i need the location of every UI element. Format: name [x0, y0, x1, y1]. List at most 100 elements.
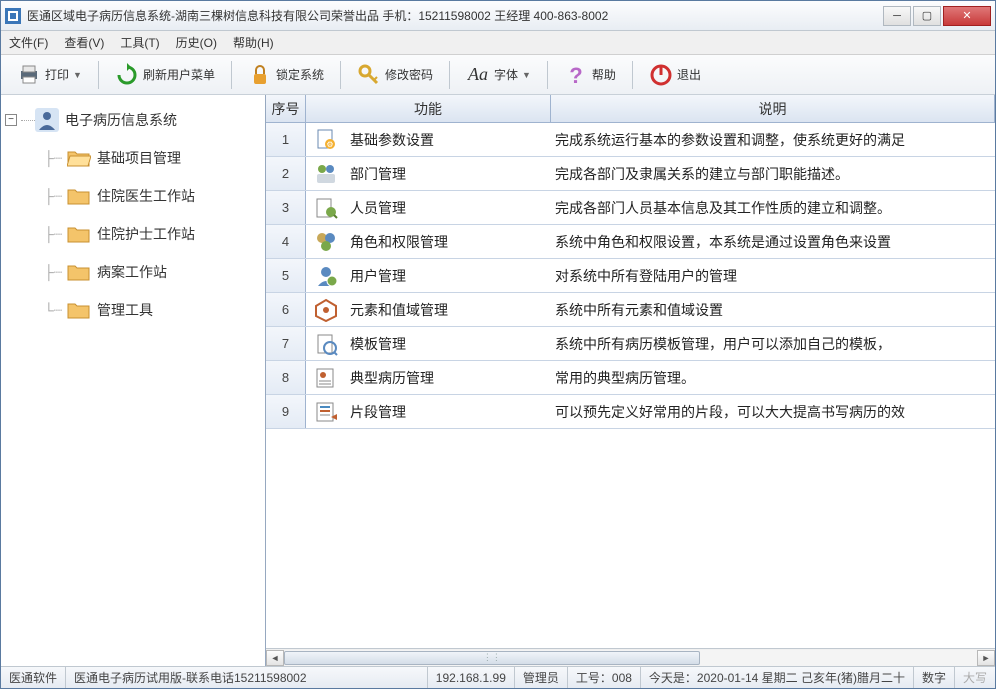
- main-area: − 电子病历信息系统 ├┈ 基础项目管理 ├┈ 住院医生工作站 ├┈ 住院护士工…: [1, 95, 995, 666]
- col-seq[interactable]: 序号: [266, 95, 306, 122]
- tree-item-records[interactable]: ├┈ 病案工作站: [5, 253, 261, 291]
- tree-item-admin[interactable]: └┈ 管理工具: [5, 291, 261, 329]
- separator: [449, 61, 450, 89]
- tree-item-label: 住院医生工作站: [97, 186, 195, 206]
- status-ip: 192.168.1.99: [428, 667, 515, 688]
- menu-help[interactable]: 帮助(H): [233, 34, 274, 51]
- window-title: 医通区域电子病历信息系统-湖南三棵树信息科技有限公司荣誉出品 手机：152115…: [27, 7, 883, 24]
- row-func: 模板管理: [346, 334, 551, 354]
- row-icon: [306, 162, 346, 186]
- row-icon: [306, 298, 346, 322]
- statusbar: 医通软件 医通电子病历试用版-联系电话15211598002 192.168.1…: [1, 666, 995, 688]
- collapse-icon[interactable]: −: [5, 114, 17, 126]
- row-desc: 完成各部门及隶属关系的建立与部门职能描述。: [551, 164, 995, 184]
- maximize-button[interactable]: ▢: [913, 6, 941, 26]
- lock-button[interactable]: 锁定系统: [240, 60, 332, 90]
- status-capslock: 大写: [955, 667, 995, 688]
- print-button[interactable]: 打印 ▼: [9, 60, 90, 90]
- titlebar: 医通区域电子病历信息系统-湖南三棵树信息科技有限公司荣誉出品 手机：152115…: [1, 1, 995, 31]
- refresh-label: 刷新用户菜单: [143, 66, 215, 83]
- scroll-right-icon[interactable]: ►: [977, 650, 995, 666]
- row-desc: 系统中所有元素和值域设置: [551, 300, 995, 320]
- grid-body: 1⚙基础参数设置完成系统运行基本的参数设置和调整，使系统更好的满足2部门管理完成…: [266, 123, 995, 648]
- password-button[interactable]: 修改密码: [349, 60, 441, 90]
- grid-row[interactable]: 7 模板管理系统中所有病历模板管理，用户可以添加自己的模板，: [266, 327, 995, 361]
- row-icon: [306, 264, 346, 288]
- row-seq: 9: [266, 395, 306, 428]
- grid-row[interactable]: 2部门管理完成各部门及隶属关系的建立与部门职能描述。: [266, 157, 995, 191]
- tree-item-basic[interactable]: ├┈ 基础项目管理: [5, 139, 261, 177]
- menu-view[interactable]: 查看(V): [64, 34, 104, 51]
- exit-button[interactable]: 退出: [641, 60, 709, 90]
- password-label: 修改密码: [385, 66, 433, 83]
- grid-row[interactable]: 6元素和值域管理系统中所有元素和值域设置: [266, 293, 995, 327]
- separator: [340, 61, 341, 89]
- grid-row[interactable]: 8典型病历管理常用的典型病历管理。: [266, 361, 995, 395]
- menu-history[interactable]: 历史(O): [176, 34, 217, 51]
- status-user: 管理员: [515, 667, 568, 688]
- status-workno: 工号：008: [568, 667, 641, 688]
- power-icon: [649, 63, 673, 87]
- row-desc: 系统中角色和权限设置，本系统是通过设置角色来设置: [551, 232, 995, 252]
- row-func: 部门管理: [346, 164, 551, 184]
- menu-file[interactable]: 文件(F): [9, 34, 48, 51]
- close-button[interactable]: ✕: [943, 6, 991, 26]
- tree-item-nurse[interactable]: ├┈ 住院护士工作站: [5, 215, 261, 253]
- toolbar: 打印 ▼ 刷新用户菜单 锁定系统 修改密码 Aa 字体 ▼ ? 帮助: [1, 55, 995, 95]
- row-seq: 8: [266, 361, 306, 394]
- tree-item-doctor[interactable]: ├┈ 住院医生工作站: [5, 177, 261, 215]
- scroll-track[interactable]: ⋮⋮: [284, 650, 977, 666]
- font-button[interactable]: Aa 字体 ▼: [458, 60, 539, 90]
- scroll-thumb[interactable]: ⋮⋮: [284, 651, 700, 665]
- row-desc: 对系统中所有登陆用户的管理: [551, 266, 995, 286]
- font-icon: Aa: [466, 63, 490, 87]
- col-desc[interactable]: 说明: [551, 95, 995, 122]
- svg-text:?: ?: [569, 63, 582, 87]
- folder-open-icon: [67, 146, 91, 170]
- separator: [98, 61, 99, 89]
- grid-row[interactable]: 5 用户管理对系统中所有登陆用户的管理: [266, 259, 995, 293]
- row-seq: 4: [266, 225, 306, 258]
- row-func: 典型病历管理: [346, 368, 551, 388]
- status-version: 医通电子病历试用版-联系电话15211598002: [66, 667, 428, 688]
- row-seq: 7: [266, 327, 306, 360]
- row-func: 人员管理: [346, 198, 551, 218]
- col-func[interactable]: 功能: [306, 95, 551, 122]
- grid-row[interactable]: 9片段管理可以预先定义好常用的片段，可以大大提高书写病历的效: [266, 395, 995, 429]
- horizontal-scrollbar[interactable]: ◄ ⋮⋮ ►: [266, 648, 995, 666]
- minimize-button[interactable]: ─: [883, 6, 911, 26]
- refresh-icon: [115, 63, 139, 87]
- separator: [231, 61, 232, 89]
- row-seq: 5: [266, 259, 306, 292]
- scroll-left-icon[interactable]: ◄: [266, 650, 284, 666]
- row-icon: [306, 332, 346, 356]
- menubar: 文件(F) 查看(V) 工具(T) 历史(O) 帮助(H): [1, 31, 995, 55]
- grid-header: 序号 功能 说明: [266, 95, 995, 123]
- grid-row[interactable]: 3人员管理完成各部门人员基本信息及其工作性质的建立和调整。: [266, 191, 995, 225]
- dropdown-icon: ▼: [522, 70, 531, 80]
- row-desc: 系统中所有病历模板管理，用户可以添加自己的模板，: [551, 334, 995, 354]
- print-label: 打印: [45, 66, 69, 83]
- folder-icon: [67, 260, 91, 284]
- row-seq: 6: [266, 293, 306, 326]
- tree-root[interactable]: − 电子病历信息系统: [5, 101, 261, 139]
- grid-row[interactable]: 1⚙基础参数设置完成系统运行基本的参数设置和调整，使系统更好的满足: [266, 123, 995, 157]
- content-grid: 序号 功能 说明 1⚙基础参数设置完成系统运行基本的参数设置和调整，使系统更好的…: [266, 95, 995, 666]
- grid-row[interactable]: 4 角色和权限管理系统中角色和权限设置，本系统是通过设置角色来设置: [266, 225, 995, 259]
- row-icon: [306, 196, 346, 220]
- row-icon: [306, 366, 346, 390]
- row-desc: 可以预先定义好常用的片段，可以大大提高书写病历的效: [551, 402, 995, 422]
- exit-label: 退出: [677, 66, 701, 83]
- sidebar-tree: − 电子病历信息系统 ├┈ 基础项目管理 ├┈ 住院医生工作站 ├┈ 住院护士工…: [1, 95, 266, 666]
- folder-icon: [67, 222, 91, 246]
- tree-item-label: 病案工作站: [97, 262, 167, 282]
- help-button[interactable]: ? 帮助: [556, 60, 624, 90]
- row-func: 角色和权限管理: [346, 232, 551, 252]
- row-icon: [306, 400, 346, 424]
- row-func: 用户管理: [346, 266, 551, 286]
- status-numlock: 数字: [914, 667, 955, 688]
- folder-icon: [67, 298, 91, 322]
- refresh-button[interactable]: 刷新用户菜单: [107, 60, 223, 90]
- font-label: 字体: [494, 66, 518, 83]
- menu-tools[interactable]: 工具(T): [120, 34, 159, 51]
